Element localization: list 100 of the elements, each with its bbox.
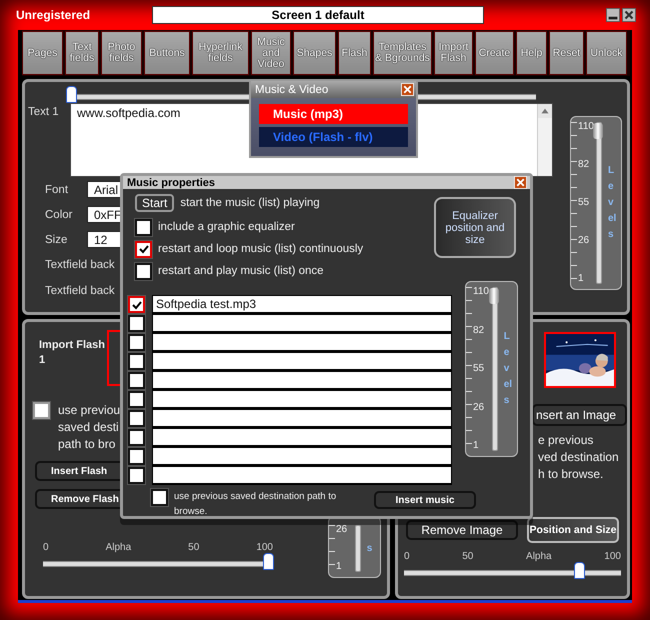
slider-label: 100 — [256, 542, 273, 553]
file-field[interactable] — [152, 314, 452, 333]
file-field[interactable] — [152, 390, 452, 409]
levels-caption: Levels — [504, 330, 513, 408]
tick-label: 1 — [472, 441, 480, 451]
checkbox[interactable] — [135, 262, 152, 280]
field-label: Font — [45, 184, 70, 196]
option-label: h to browse. — [538, 466, 604, 483]
toolbar-button[interactable]: Reset — [549, 31, 584, 75]
slider-label: 50 — [188, 542, 200, 553]
option-label: include a graphic equalizer — [158, 221, 295, 233]
menu-item[interactable]: Music (mp3) — [259, 104, 408, 124]
checkbox[interactable] — [151, 489, 168, 506]
checkbox[interactable] — [128, 429, 145, 446]
checkbox[interactable] — [128, 315, 145, 332]
checkbox[interactable] — [135, 218, 152, 236]
toolbar-button[interactable]: Unlock — [586, 31, 627, 75]
slider-label: Alpha — [526, 551, 552, 562]
popup-title: Music & Video — [255, 84, 328, 96]
checkbox[interactable] — [128, 296, 145, 313]
checkbox[interactable] — [33, 402, 50, 419]
panel-title: Import Flash 1 — [39, 338, 106, 368]
scroll-up-icon[interactable] — [538, 104, 552, 118]
text-value: www.softpedia.com — [77, 106, 180, 120]
tick-label: 1 — [577, 274, 585, 284]
slider-thumb[interactable] — [593, 123, 604, 139]
file-field[interactable] — [152, 447, 452, 466]
slider-thumb[interactable] — [66, 86, 77, 103]
scrollbar[interactable] — [537, 104, 552, 176]
option-label: start the music (list) playing — [180, 197, 320, 209]
option-label: ved destination — [538, 449, 620, 466]
start-button[interactable]: Start — [135, 194, 174, 212]
file-field[interactable] — [152, 466, 452, 485]
tick-label: 110 — [577, 122, 594, 132]
toolbar-button[interactable]: Buttons — [144, 31, 190, 75]
toolbar-button[interactable]: Music and Video — [251, 31, 291, 75]
file-field[interactable] — [152, 333, 452, 352]
slider-thumb[interactable] — [574, 562, 585, 579]
option-label: path to bro — [58, 436, 116, 453]
minimize-icon[interactable] — [606, 8, 620, 22]
tick-label: 82 — [577, 160, 590, 170]
option-label: use previou — [58, 402, 120, 419]
option-label: e previous — [538, 432, 594, 449]
field-label: Text 1 — [28, 105, 60, 118]
file-field[interactable] — [152, 352, 452, 371]
checkbox[interactable] — [128, 372, 145, 389]
dialog-title: Music properties — [127, 176, 216, 188]
tick-label: 55 — [472, 364, 486, 374]
checkbox[interactable] — [128, 410, 145, 427]
levels-caption: s — [366, 542, 374, 556]
slider-label: Alpha — [106, 542, 132, 553]
file-field[interactable]: Softpedia test.mp3 — [152, 295, 452, 314]
equalizer-button[interactable]: Equalizer position and size — [434, 197, 516, 258]
file-field[interactable] — [152, 371, 452, 390]
checkbox[interactable] — [128, 334, 145, 351]
toolbar-button[interactable]: Templates & Bgrounds — [373, 31, 432, 75]
toolbar-button[interactable]: Import Flash — [434, 31, 473, 75]
toolbar-button[interactable]: Text fields — [65, 31, 99, 75]
toolbar-button[interactable]: Flash — [338, 31, 371, 75]
tick-label: 82 — [472, 326, 486, 336]
toolbar-button[interactable]: Create — [475, 31, 514, 75]
action-button[interactable]: Position and Size — [527, 517, 619, 543]
field-label: Textfield back — [45, 285, 115, 297]
screen-title: Screen 1 default — [152, 6, 484, 24]
checkbox[interactable] — [128, 391, 145, 408]
insert-music-button[interactable]: Insert music — [374, 491, 476, 509]
file-field[interactable] — [152, 409, 452, 428]
toolbar-button[interactable]: Shapes — [293, 31, 336, 75]
close-icon[interactable] — [622, 8, 636, 22]
slider-thumb[interactable] — [263, 553, 274, 570]
tick-label: 26 — [577, 236, 590, 246]
levels-slider[interactable]: 110 82 55 26 1 Levels — [570, 116, 622, 290]
field-label: Size — [45, 234, 68, 246]
toolbar-button[interactable]: Help — [516, 31, 547, 75]
option-label: use previous saved destination path to browse. — [174, 490, 338, 519]
registration-status: Unregistered — [16, 8, 92, 22]
option-label: restart and play music (list) once — [158, 265, 324, 277]
check-icon — [138, 244, 148, 254]
menu-item[interactable]: Video (Flash - flv) — [259, 127, 408, 147]
option-label: restart and loop music (list) continuously — [158, 243, 364, 255]
option-label: saved desti — [58, 419, 120, 436]
checkbox[interactable] — [128, 467, 145, 484]
slider-thumb[interactable] — [489, 288, 500, 304]
file-field[interactable] — [152, 428, 452, 447]
slider-label: 0 — [43, 542, 49, 553]
field-label: Color — [45, 208, 74, 220]
insert-image-button[interactable]: nsert an Image — [532, 404, 627, 426]
checkbox[interactable] — [128, 353, 145, 370]
toolbar-button[interactable]: Photo fields — [101, 31, 142, 75]
tick-label: 26 — [472, 402, 486, 412]
action-button[interactable]: Remove Image — [406, 520, 518, 540]
checkbox[interactable] — [128, 448, 145, 465]
tick-label: 26 — [335, 525, 348, 535]
levels-slider[interactable]: 110 82 55 26 1 Levels — [465, 281, 518, 457]
check-icon — [132, 300, 142, 310]
tick-label: 1 — [335, 562, 343, 572]
toolbar-button[interactable]: Pages — [22, 31, 63, 75]
toolbar-button[interactable]: Hyperlink fields — [192, 31, 249, 75]
tick-label: 110 — [472, 287, 490, 297]
checkbox[interactable] — [135, 240, 152, 258]
